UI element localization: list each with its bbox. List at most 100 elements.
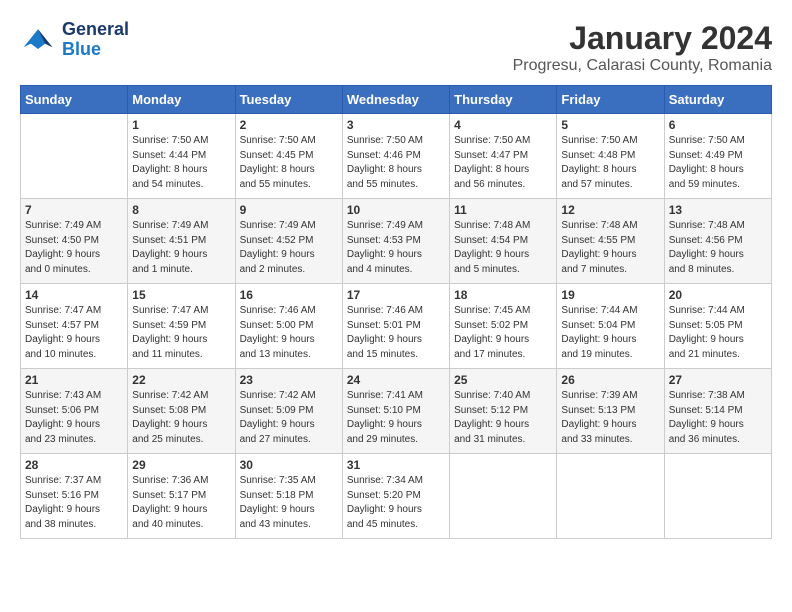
- day-number: 16: [240, 288, 338, 302]
- day-number: 2: [240, 118, 338, 132]
- day-info: Sunrise: 7:36 AM Sunset: 5:17 PM Dayligh…: [132, 474, 230, 532]
- day-info: Sunrise: 7:48 AM Sunset: 4:54 PM Dayligh…: [454, 219, 552, 277]
- calendar-cell: 14 Sunrise: 7:47 AM Sunset: 4:57 PM Dayli…: [21, 284, 128, 369]
- calendar-cell: 12 Sunrise: 7:48 AM Sunset: 4:55 PM Dayli…: [557, 199, 664, 284]
- day-info: Sunrise: 7:50 AM Sunset: 4:49 PM Dayligh…: [669, 134, 767, 192]
- day-number: 20: [669, 288, 767, 302]
- day-info: Sunrise: 7:47 AM Sunset: 4:59 PM Dayligh…: [132, 304, 230, 362]
- calendar-cell: 6 Sunrise: 7:50 AM Sunset: 4:49 PM Daylig…: [664, 114, 771, 199]
- calendar-cell: 4 Sunrise: 7:50 AM Sunset: 4:47 PM Daylig…: [450, 114, 557, 199]
- calendar-cell: 24Sunrise: 7:41 AM Sunset: 5:10 PM Dayli…: [342, 369, 449, 454]
- header-day-wednesday: Wednesday: [342, 86, 449, 114]
- calendar-cell: 21 Sunrise: 7:43 AM Sunset: 5:06 PM Dayli…: [21, 369, 128, 454]
- calendar-cell: 10 Sunrise: 7:49 AM Sunset: 4:53 PM Dayli…: [342, 199, 449, 284]
- logo-line2: Blue: [62, 40, 129, 60]
- header-day-saturday: Saturday: [664, 86, 771, 114]
- day-info: Sunrise: 7:46 AM Sunset: 5:00 PM Dayligh…: [240, 304, 338, 362]
- day-info: Sunrise: 7:50 AM Sunset: 4:44 PM Dayligh…: [132, 134, 230, 192]
- day-info: Sunrise: 7:39 AM Sunset: 5:13 PM Dayligh…: [561, 389, 659, 447]
- week-row-3: 14 Sunrise: 7:47 AM Sunset: 4:57 PM Dayli…: [21, 284, 772, 369]
- day-info: Sunrise: 7:37 AM Sunset: 5:16 PM Dayligh…: [25, 474, 123, 532]
- day-number: 8: [132, 203, 230, 217]
- day-number: 25: [454, 373, 552, 387]
- day-info: Sunrise: 7:49 AM Sunset: 4:53 PM Dayligh…: [347, 219, 445, 277]
- day-info: Sunrise: 7:49 AM Sunset: 4:52 PM Dayligh…: [240, 219, 338, 277]
- day-number: 7: [25, 203, 123, 217]
- week-row-2: 7 Sunrise: 7:49 AM Sunset: 4:50 PM Daylig…: [21, 199, 772, 284]
- calendar-header: SundayMondayTuesdayWednesdayThursdayFrid…: [21, 86, 772, 114]
- calendar-cell: 19Sunrise: 7:44 AM Sunset: 5:04 PM Dayli…: [557, 284, 664, 369]
- day-info: Sunrise: 7:42 AM Sunset: 5:09 PM Dayligh…: [240, 389, 338, 447]
- calendar-cell: 27Sunrise: 7:38 AM Sunset: 5:14 PM Dayli…: [664, 369, 771, 454]
- day-info: Sunrise: 7:45 AM Sunset: 5:02 PM Dayligh…: [454, 304, 552, 362]
- calendar-cell: 7 Sunrise: 7:49 AM Sunset: 4:50 PM Daylig…: [21, 199, 128, 284]
- calendar-cell: [21, 114, 128, 199]
- calendar-cell: 11Sunrise: 7:48 AM Sunset: 4:54 PM Dayli…: [450, 199, 557, 284]
- header-day-tuesday: Tuesday: [235, 86, 342, 114]
- day-info: Sunrise: 7:46 AM Sunset: 5:01 PM Dayligh…: [347, 304, 445, 362]
- day-number: 17: [347, 288, 445, 302]
- calendar-cell: 29 Sunrise: 7:36 AM Sunset: 5:17 PM Dayli…: [128, 454, 235, 539]
- calendar-cell: 28 Sunrise: 7:37 AM Sunset: 5:16 PM Dayli…: [21, 454, 128, 539]
- calendar-cell: 3Sunrise: 7:50 AM Sunset: 4:46 PM Daylig…: [342, 114, 449, 199]
- location-title: Progresu, Calarasi County, Romania: [513, 57, 772, 75]
- day-number: 22: [132, 373, 230, 387]
- calendar-cell: 25 Sunrise: 7:40 AM Sunset: 5:12 PM Dayli…: [450, 369, 557, 454]
- day-info: Sunrise: 7:48 AM Sunset: 4:55 PM Dayligh…: [561, 219, 659, 277]
- logo: General Blue: [20, 20, 129, 60]
- day-number: 13: [669, 203, 767, 217]
- week-row-4: 21 Sunrise: 7:43 AM Sunset: 5:06 PM Dayli…: [21, 369, 772, 454]
- calendar-cell: 16 Sunrise: 7:46 AM Sunset: 5:00 PM Dayli…: [235, 284, 342, 369]
- day-info: Sunrise: 7:50 AM Sunset: 4:47 PM Dayligh…: [454, 134, 552, 192]
- calendar-cell: 22 Sunrise: 7:42 AM Sunset: 5:08 PM Dayli…: [128, 369, 235, 454]
- day-number: 21: [25, 373, 123, 387]
- day-number: 28: [25, 458, 123, 472]
- week-row-1: 1 Sunrise: 7:50 AM Sunset: 4:44 PM Daylig…: [21, 114, 772, 199]
- day-number: 30: [240, 458, 338, 472]
- title-area: January 2024 Progresu, Calarasi County, …: [513, 20, 772, 75]
- day-number: 12: [561, 203, 659, 217]
- day-info: Sunrise: 7:35 AM Sunset: 5:18 PM Dayligh…: [240, 474, 338, 532]
- day-info: Sunrise: 7:44 AM Sunset: 5:05 PM Dayligh…: [669, 304, 767, 362]
- day-info: Sunrise: 7:48 AM Sunset: 4:56 PM Dayligh…: [669, 219, 767, 277]
- day-number: 23: [240, 373, 338, 387]
- day-number: 14: [25, 288, 123, 302]
- day-number: 1: [132, 118, 230, 132]
- day-number: 6: [669, 118, 767, 132]
- logo-text: General Blue: [62, 20, 129, 60]
- logo-icon: [20, 22, 56, 58]
- day-number: 4: [454, 118, 552, 132]
- calendar-cell: 18 Sunrise: 7:45 AM Sunset: 5:02 PM Dayli…: [450, 284, 557, 369]
- calendar-cell: 20 Sunrise: 7:44 AM Sunset: 5:05 PM Dayli…: [664, 284, 771, 369]
- calendar-cell: [664, 454, 771, 539]
- day-info: Sunrise: 7:42 AM Sunset: 5:08 PM Dayligh…: [132, 389, 230, 447]
- logo-line1: General: [62, 20, 129, 40]
- calendar-cell: 8Sunrise: 7:49 AM Sunset: 4:51 PM Daylig…: [128, 199, 235, 284]
- day-info: Sunrise: 7:47 AM Sunset: 4:57 PM Dayligh…: [25, 304, 123, 362]
- week-row-5: 28 Sunrise: 7:37 AM Sunset: 5:16 PM Dayli…: [21, 454, 772, 539]
- day-number: 10: [347, 203, 445, 217]
- calendar-cell: 30 Sunrise: 7:35 AM Sunset: 5:18 PM Dayli…: [235, 454, 342, 539]
- day-number: 18: [454, 288, 552, 302]
- day-number: 26: [561, 373, 659, 387]
- day-info: Sunrise: 7:40 AM Sunset: 5:12 PM Dayligh…: [454, 389, 552, 447]
- day-info: Sunrise: 7:50 AM Sunset: 4:45 PM Dayligh…: [240, 134, 338, 192]
- day-info: Sunrise: 7:43 AM Sunset: 5:06 PM Dayligh…: [25, 389, 123, 447]
- header-day-thursday: Thursday: [450, 86, 557, 114]
- calendar-cell: 2 Sunrise: 7:50 AM Sunset: 4:45 PM Daylig…: [235, 114, 342, 199]
- calendar-cell: 15Sunrise: 7:47 AM Sunset: 4:59 PM Dayli…: [128, 284, 235, 369]
- calendar-cell: 31Sunrise: 7:34 AM Sunset: 5:20 PM Dayli…: [342, 454, 449, 539]
- day-number: 27: [669, 373, 767, 387]
- calendar-cell: 26 Sunrise: 7:39 AM Sunset: 5:13 PM Dayli…: [557, 369, 664, 454]
- day-info: Sunrise: 7:49 AM Sunset: 4:50 PM Dayligh…: [25, 219, 123, 277]
- day-number: 9: [240, 203, 338, 217]
- calendar-cell: 1 Sunrise: 7:50 AM Sunset: 4:44 PM Daylig…: [128, 114, 235, 199]
- calendar-cell: 5Sunrise: 7:50 AM Sunset: 4:48 PM Daylig…: [557, 114, 664, 199]
- header-day-friday: Friday: [557, 86, 664, 114]
- calendar-cell: 17 Sunrise: 7:46 AM Sunset: 5:01 PM Dayli…: [342, 284, 449, 369]
- day-number: 31: [347, 458, 445, 472]
- day-number: 29: [132, 458, 230, 472]
- calendar-cell: [450, 454, 557, 539]
- calendar-cell: 23 Sunrise: 7:42 AM Sunset: 5:09 PM Dayli…: [235, 369, 342, 454]
- day-number: 19: [561, 288, 659, 302]
